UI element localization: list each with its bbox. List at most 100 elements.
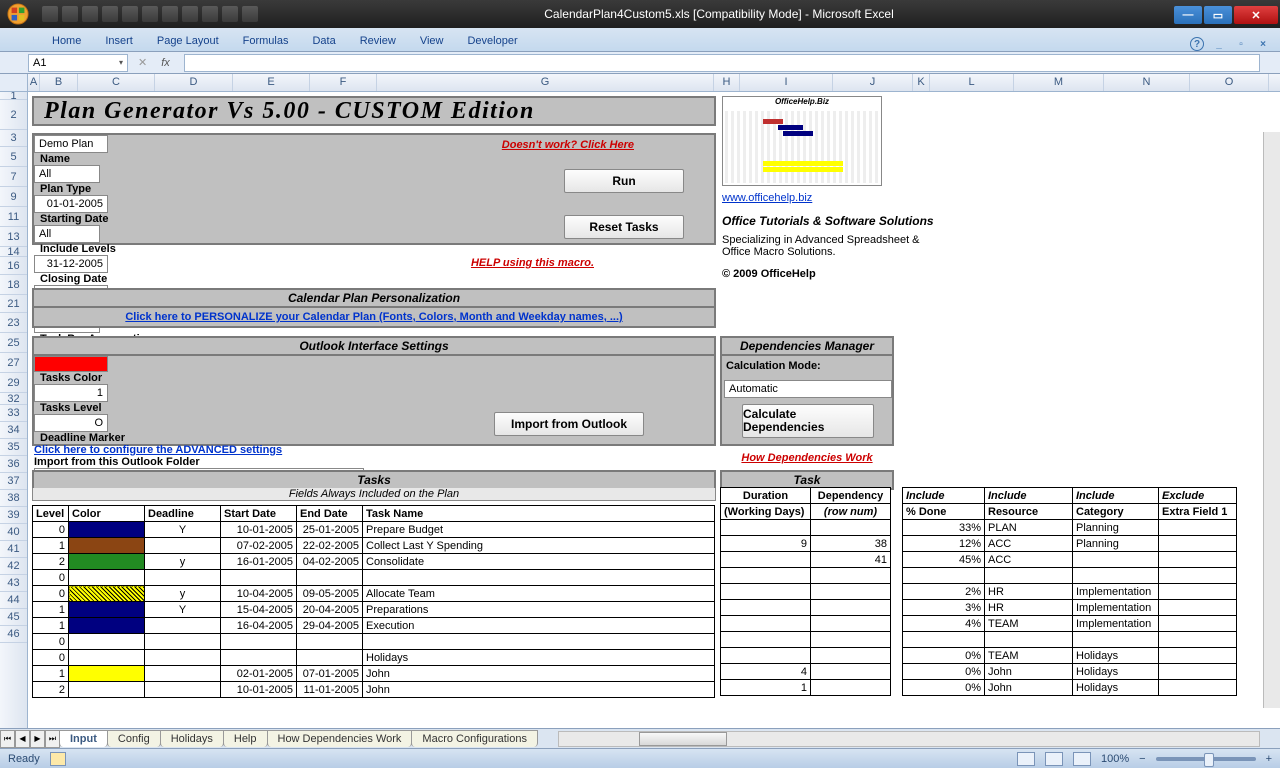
tab-home[interactable]: Home [40, 31, 93, 51]
officehelp-link[interactable]: www.officehelp.biz [722, 192, 1022, 204]
row-25[interactable]: 25 [0, 333, 27, 353]
sheet-tab-config[interactable]: Config [107, 730, 161, 747]
row-41[interactable]: 41 [0, 541, 27, 558]
name-box[interactable]: A1 [28, 54, 128, 72]
qat-save-icon[interactable] [42, 6, 58, 22]
sheet-tab-macro-configurations[interactable]: Macro Configurations [411, 730, 538, 747]
table-row[interactable]: 0Y10-01-200525-01-2005Prepare Budget [33, 522, 715, 538]
table-row[interactable]: 938 [721, 536, 891, 552]
table-row[interactable]: 102-01-200507-01-2005John [33, 666, 715, 682]
col-N[interactable]: N [1104, 74, 1190, 91]
tab-data[interactable]: Data [300, 31, 347, 51]
col-O[interactable]: O [1190, 74, 1269, 91]
col-J[interactable]: J [833, 74, 913, 91]
include-levels-input[interactable]: All [34, 225, 100, 243]
qat-icon-9[interactable] [202, 6, 218, 22]
help-macro-link[interactable]: HELP using this macro. [471, 257, 594, 269]
table-row[interactable]: 1Y15-04-200520-04-2005Preparations [33, 602, 715, 618]
zoom-in-icon[interactable]: + [1266, 753, 1272, 765]
table-row[interactable] [721, 584, 891, 600]
sheet-tab-input[interactable]: Input [59, 730, 108, 747]
horizontal-scrollbar[interactable] [558, 731, 1260, 747]
table-row[interactable] [721, 632, 891, 648]
row-1[interactable]: 1 [0, 92, 27, 100]
cancel-icon[interactable]: ✕ [138, 56, 147, 69]
table-row[interactable]: 0%JohnHolidays [903, 680, 1237, 696]
table-row[interactable] [903, 568, 1237, 584]
view-page-break-icon[interactable] [1073, 752, 1091, 766]
row-13[interactable]: 13 [0, 227, 27, 247]
table-row[interactable]: 0 [33, 570, 715, 586]
tab-formulas[interactable]: Formulas [231, 31, 301, 51]
col-A[interactable]: A [28, 74, 40, 91]
row-14[interactable]: 14 [0, 247, 27, 257]
table-row[interactable]: 0%TEAMHolidays [903, 648, 1237, 664]
tab-review[interactable]: Review [348, 31, 408, 51]
close-button[interactable]: ✕ [1234, 6, 1278, 24]
row-21[interactable]: 21 [0, 295, 27, 313]
select-all-corner[interactable] [0, 74, 28, 91]
import-outlook-button[interactable]: Import from Outlook [494, 412, 644, 436]
col-I[interactable]: I [740, 74, 833, 91]
row-42[interactable]: 42 [0, 558, 27, 575]
qat-icon-10[interactable] [222, 6, 238, 22]
ribbon-minimize-icon[interactable]: _ [1212, 37, 1226, 51]
row-29[interactable]: 29 [0, 373, 27, 393]
col-E[interactable]: E [233, 74, 310, 91]
qat-icon-7[interactable] [162, 6, 178, 22]
col-B[interactable]: B [40, 74, 78, 91]
tab-developer[interactable]: Developer [455, 31, 529, 51]
table-row[interactable] [721, 520, 891, 536]
table-row[interactable]: 1 [721, 680, 891, 696]
calculate-deps-button[interactable]: Calculate Dependencies [742, 404, 874, 438]
row-38[interactable]: 38 [0, 490, 27, 507]
table-row[interactable]: 116-04-200529-04-2005Execution [33, 618, 715, 634]
row-45[interactable]: 45 [0, 609, 27, 626]
row-35[interactable]: 35 [0, 439, 27, 456]
tab-view[interactable]: View [408, 31, 456, 51]
row-39[interactable]: 39 [0, 507, 27, 524]
table-row[interactable] [721, 616, 891, 632]
sheet-tab-how-dependencies-work[interactable]: How Dependencies Work [267, 730, 413, 747]
plan-type-input[interactable]: All [34, 165, 100, 183]
row-3[interactable]: 3 [0, 130, 27, 147]
closing-date-input[interactable]: 31-12-2005 [34, 255, 108, 273]
table-row[interactable]: 4%TEAMImplementation [903, 616, 1237, 632]
row-43[interactable]: 43 [0, 575, 27, 592]
row-27[interactable]: 27 [0, 353, 27, 373]
starting-date-input[interactable]: 01-01-2005 [34, 195, 108, 213]
doesnt-work-link[interactable]: Doesn't work? Click Here [502, 139, 634, 151]
reset-button[interactable]: Reset Tasks [564, 215, 684, 239]
qat-icon-6[interactable] [142, 6, 158, 22]
table-row[interactable]: 41 [721, 552, 891, 568]
tab-nav-first[interactable]: ⏮ [0, 730, 15, 748]
row-44[interactable]: 44 [0, 592, 27, 609]
fx-icon[interactable]: fx [161, 57, 170, 69]
ribbon-close-icon[interactable]: × [1256, 37, 1270, 51]
table-row[interactable]: 12%ACCPlanning [903, 536, 1237, 552]
worksheet[interactable]: Plan Generator Vs 5.00 - CUSTOM Edition … [28, 92, 1280, 748]
table-row[interactable]: 2y16-01-200504-02-2005Consolidate [33, 554, 715, 570]
macro-record-icon[interactable] [50, 752, 66, 766]
row-7[interactable]: 7 [0, 167, 27, 187]
qat-icon-8[interactable] [182, 6, 198, 22]
run-button[interactable]: Run [564, 169, 684, 193]
qat-redo-icon[interactable] [82, 6, 98, 22]
calc-mode-input[interactable]: Automatic [724, 380, 892, 398]
row-23[interactable]: 23 [0, 313, 27, 333]
row-46[interactable]: 46 [0, 626, 27, 643]
tasks-color-swatch[interactable] [34, 356, 108, 372]
table-row[interactable]: 45%ACC [903, 552, 1237, 568]
col-C[interactable]: C [78, 74, 155, 91]
row-33[interactable]: 33 [0, 405, 27, 422]
qat-undo-icon[interactable] [62, 6, 78, 22]
qat-print-icon[interactable] [102, 6, 118, 22]
personalize-link[interactable]: Click here to PERSONALIZE your Calendar … [125, 311, 622, 323]
row-18[interactable]: 18 [0, 275, 27, 295]
qat-icon-11[interactable] [242, 6, 258, 22]
office-button[interactable] [0, 0, 36, 28]
row-11[interactable]: 11 [0, 207, 27, 227]
table-row[interactable]: 4 [721, 664, 891, 680]
col-K[interactable]: K [913, 74, 930, 91]
tab-insert[interactable]: Insert [93, 31, 145, 51]
